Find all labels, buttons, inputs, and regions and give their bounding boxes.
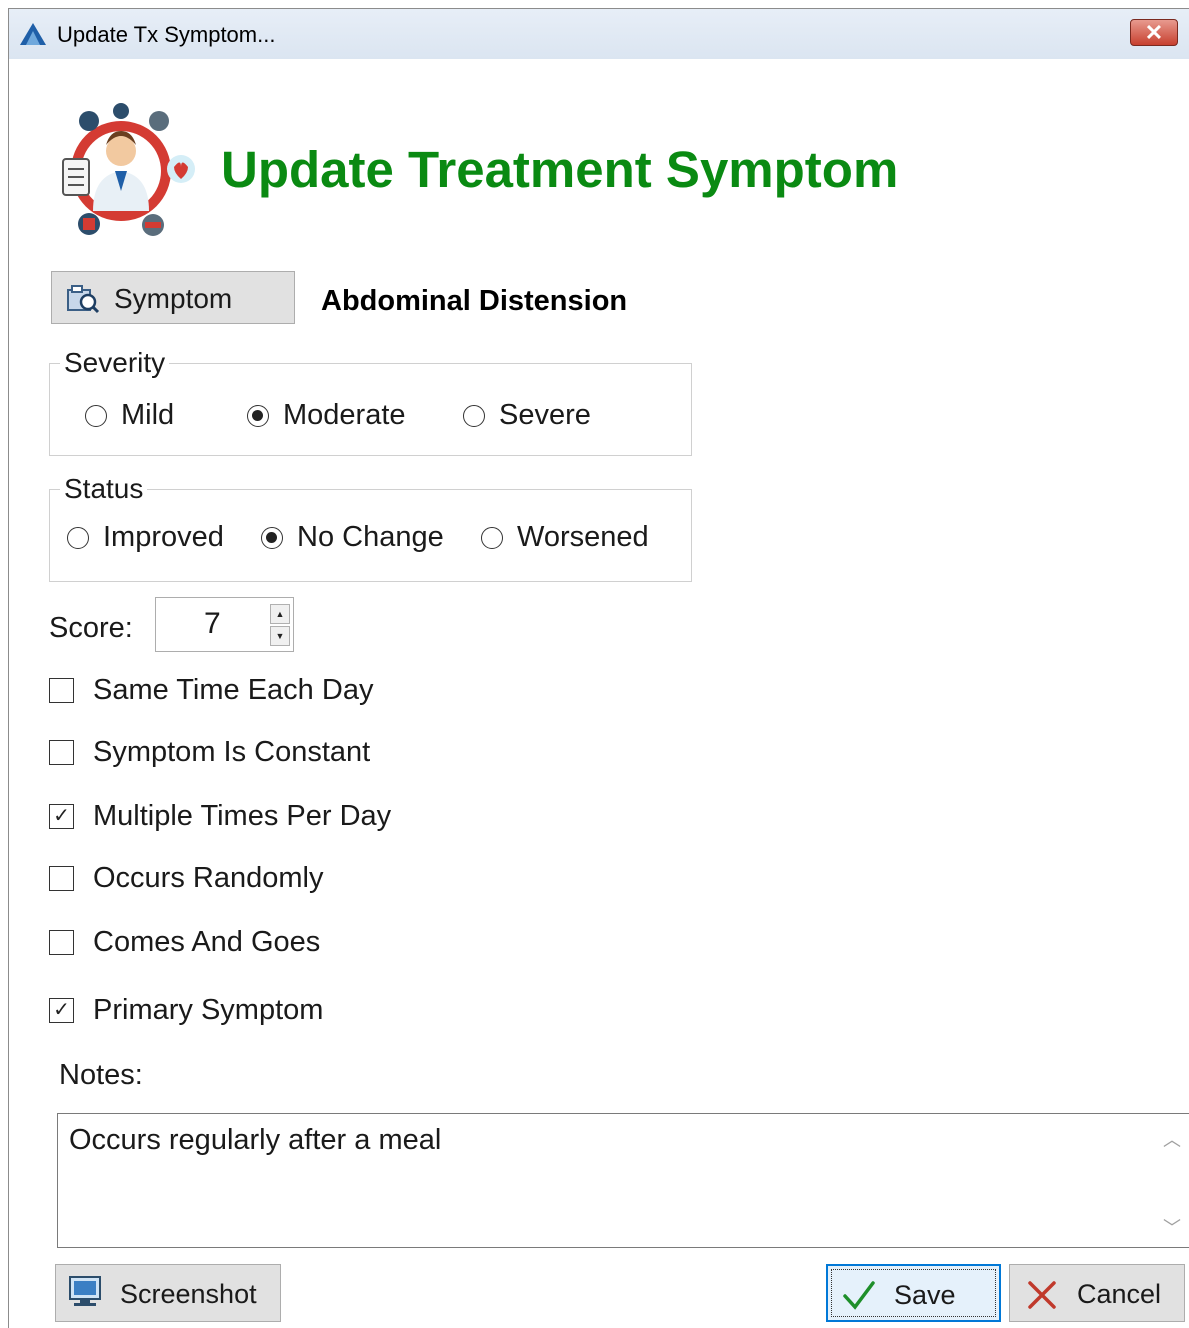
radio-worsened-label: Worsened xyxy=(517,521,649,553)
scroll-up-icon[interactable]: ︿ xyxy=(1162,1126,1182,1150)
save-button[interactable]: Save xyxy=(826,1264,1001,1322)
symptom-button[interactable]: Symptom xyxy=(51,271,295,324)
cancel-button-label: Cancel xyxy=(1077,1279,1162,1309)
checkbox-label: Multiple Times Per Day xyxy=(93,800,392,832)
checkbox-label: Occurs Randomly xyxy=(93,862,324,894)
radio-worsened-indicator xyxy=(481,527,503,549)
spin-up-icon[interactable]: ▲ xyxy=(270,604,290,624)
cancel-x-icon xyxy=(1028,1281,1056,1309)
radio-mild-indicator xyxy=(85,405,107,427)
checkbox-label: Primary Symptom xyxy=(93,994,324,1026)
notes-label: Notes: xyxy=(59,1059,143,1091)
radio-improved-indicator xyxy=(67,527,89,549)
checkbox-indicator xyxy=(49,930,74,955)
score-value[interactable]: 7 xyxy=(204,607,221,641)
doctor-medical-icon xyxy=(62,103,195,236)
checkbox-label: Comes And Goes xyxy=(93,926,321,958)
radio-severe-label: Severe xyxy=(499,399,591,431)
check-icon xyxy=(843,1281,875,1310)
symptom-button-label: Symptom xyxy=(114,283,233,314)
checkbox-indicator xyxy=(49,866,74,891)
score-spinner: ▲ ▼ xyxy=(270,604,290,646)
notes-textarea[interactable]: Occurs regularly after a meal ︿ ﹀ xyxy=(57,1113,1189,1248)
severity-group: Severity Mild Moderate Severe xyxy=(49,347,692,456)
monitor-icon xyxy=(69,1276,101,1306)
checkbox-indicator: ✓ xyxy=(49,998,74,1023)
cancel-button[interactable]: Cancel xyxy=(1009,1264,1185,1322)
radio-improved-label: Improved xyxy=(103,521,224,553)
severity-legend: Severity xyxy=(60,347,170,379)
radio-moderate-indicator xyxy=(247,405,269,427)
spin-down-icon[interactable]: ▼ xyxy=(270,626,290,646)
screenshot-button-label: Screenshot xyxy=(120,1279,257,1309)
checkbox-indicator: ✓ xyxy=(49,804,74,829)
notes-text[interactable]: Occurs regularly after a meal xyxy=(69,1124,441,1157)
status-group: Status Improved No Change Worsened xyxy=(49,473,692,582)
radio-moderate-label: Moderate xyxy=(283,399,406,431)
radio-no-change-indicator xyxy=(261,527,283,549)
dialog-window: Update Tx Symptom... ✕ Update Treatment … xyxy=(8,8,1189,1328)
save-button-label: Save xyxy=(894,1280,956,1310)
checkbox-indicator xyxy=(49,740,74,765)
checkbox-indicator xyxy=(49,678,74,703)
symptom-search-icon xyxy=(67,285,100,314)
close-icon: ✕ xyxy=(1144,20,1164,45)
close-button[interactable]: ✕ xyxy=(1130,19,1178,46)
title-bar[interactable]: Update Tx Symptom... ✕ xyxy=(9,9,1189,59)
status-legend: Status xyxy=(60,473,148,505)
window-title: Update Tx Symptom... xyxy=(57,22,276,47)
page-title: Update Treatment Symptom xyxy=(221,141,899,198)
symptom-value: Abdominal Distension xyxy=(321,285,628,317)
radio-mild-label: Mild xyxy=(121,399,175,431)
screenshot-button[interactable]: Screenshot xyxy=(55,1264,281,1322)
score-label: Score: xyxy=(49,612,133,644)
checkbox-label: Symptom Is Constant xyxy=(93,736,371,768)
score-stepper[interactable]: 7 ▲ ▼ xyxy=(155,597,294,652)
radio-no-change-label: No Change xyxy=(297,521,444,553)
radio-severe-indicator xyxy=(463,405,485,427)
scroll-down-icon[interactable]: ﹀ xyxy=(1162,1214,1182,1238)
app-logo-icon xyxy=(20,23,46,45)
checkbox-label: Same Time Each Day xyxy=(93,674,374,706)
